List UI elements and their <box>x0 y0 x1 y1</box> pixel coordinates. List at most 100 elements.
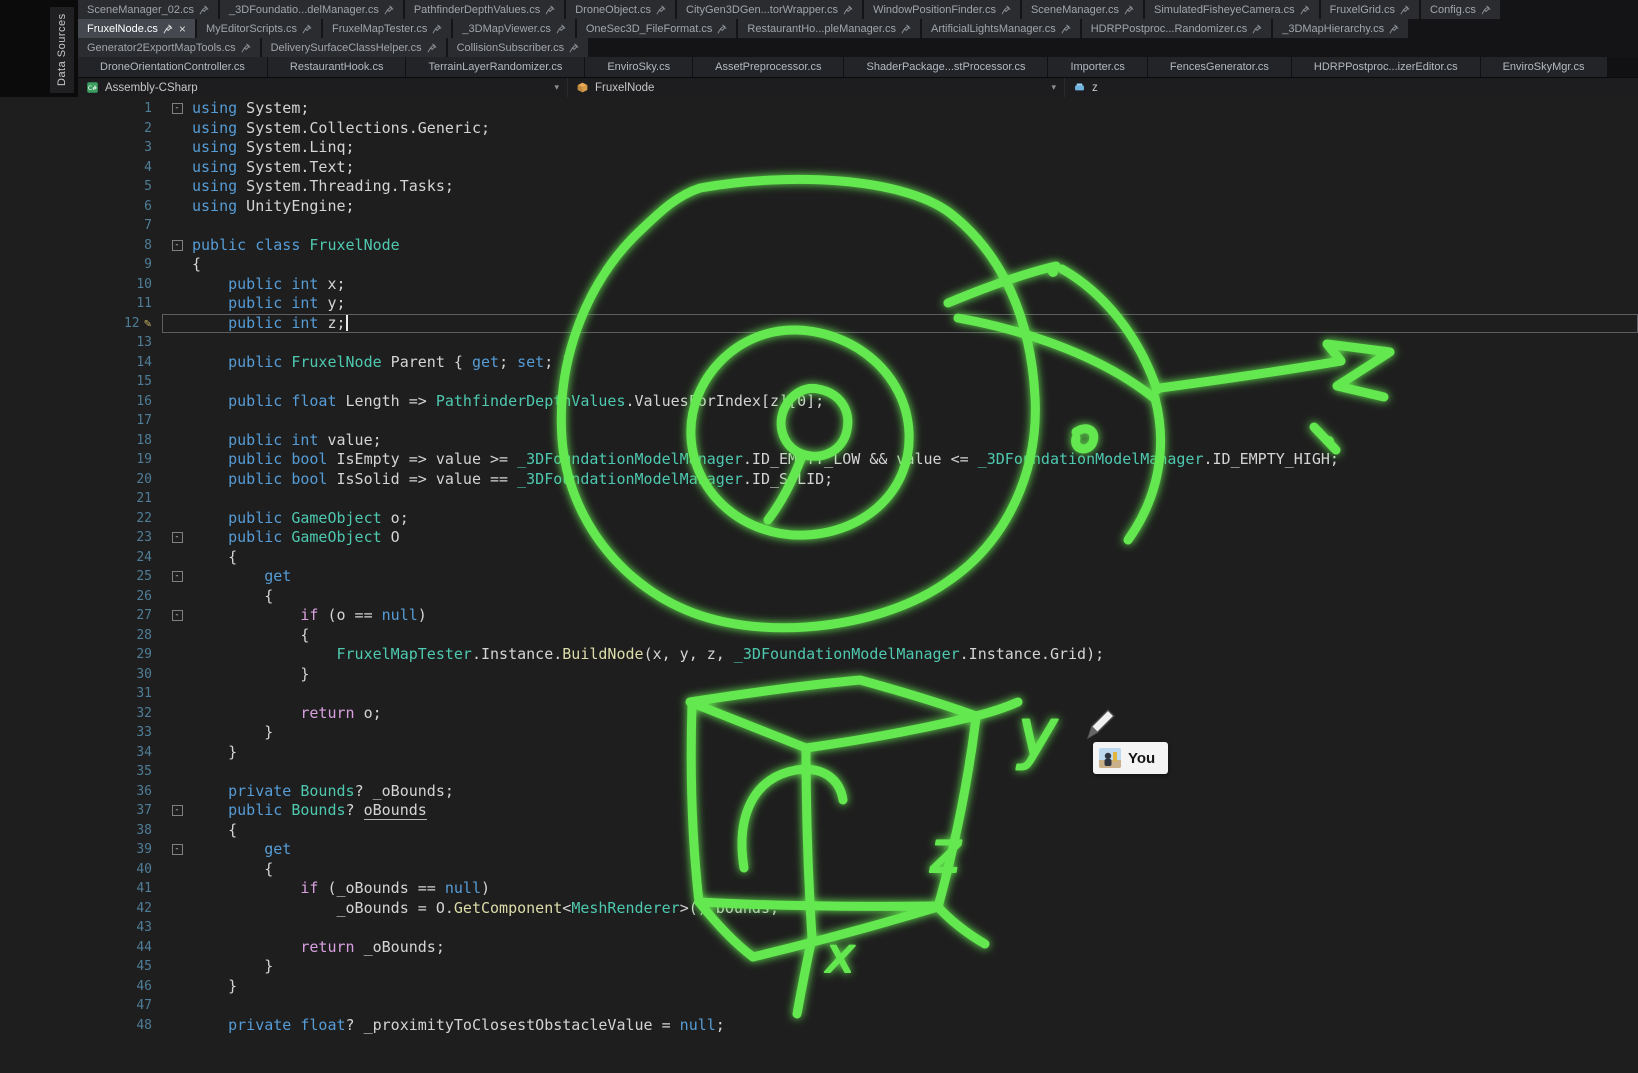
code-line[interactable]: 6using UnityEngine; <box>0 197 1638 217</box>
pin-icon[interactable] <box>545 5 555 15</box>
code-line[interactable]: 26 { <box>0 587 1638 607</box>
fold-toggle[interactable]: - <box>172 532 183 543</box>
line-number[interactable]: 10 <box>0 275 162 295</box>
pin-icon[interactable] <box>843 5 853 15</box>
pin-icon[interactable] <box>427 43 437 53</box>
editor-tab[interactable]: CollisionSubscriber.cs <box>448 38 589 57</box>
editor-tab[interactable]: HDRPPostproc...izerEditor.cs <box>1292 57 1480 77</box>
line-number[interactable]: 41 <box>0 879 162 899</box>
editor-tab[interactable]: Generator2ExportMapTools.cs <box>78 38 260 57</box>
fold-toggle[interactable]: - <box>172 240 183 251</box>
member-dropdown[interactable]: z <box>1065 78 1638 97</box>
pin-icon[interactable] <box>384 5 394 15</box>
code-line[interactable]: 46 } <box>0 977 1638 997</box>
code-line[interactable]: 10 public int x; <box>0 275 1638 295</box>
line-number[interactable]: 45 <box>0 957 162 977</box>
line-number[interactable]: 23 <box>0 528 162 548</box>
line-number[interactable]: 22 <box>0 509 162 529</box>
project-dropdown[interactable]: C# Assembly-CSharp ▾ <box>78 78 568 97</box>
code-editor[interactable]: 1-using System;2using System.Collections… <box>0 97 1638 1073</box>
editor-tab[interactable]: FruxelGrid.cs <box>1321 0 1419 19</box>
code-line[interactable]: 37- public Bounds? oBounds <box>0 801 1638 821</box>
editor-tab[interactable]: FruxelMapTester.cs <box>323 19 451 38</box>
code-line[interactable]: 7 <box>0 216 1638 236</box>
fold-toggle[interactable]: - <box>172 805 183 816</box>
editor-tab[interactable]: _3DMapHierarchy.cs <box>1273 19 1408 38</box>
line-number[interactable]: 27 <box>0 606 162 626</box>
code-line[interactable]: 27- if (o == null) <box>0 606 1638 626</box>
line-number[interactable]: 36 <box>0 782 162 802</box>
line-number[interactable]: 48 <box>0 1016 162 1036</box>
editor-tab[interactable]: _3DFoundatio...delManager.cs <box>220 0 403 19</box>
pin-icon[interactable] <box>1001 5 1011 15</box>
line-number[interactable]: 4 <box>0 158 162 178</box>
code-line[interactable]: 43 <box>0 918 1638 938</box>
line-number[interactable]: 20 <box>0 470 162 490</box>
line-number[interactable]: 21 <box>0 489 162 509</box>
pin-icon[interactable] <box>1124 5 1134 15</box>
line-number[interactable]: 19 <box>0 450 162 470</box>
editor-tab[interactable]: SceneManager_02.cs <box>78 0 218 19</box>
pin-icon[interactable] <box>432 24 442 34</box>
code-line[interactable]: 30 } <box>0 665 1638 685</box>
code-line[interactable]: 16 public float Length => PathfinderDept… <box>0 392 1638 412</box>
line-number[interactable]: 16 <box>0 392 162 412</box>
code-line[interactable]: 3using System.Linq; <box>0 138 1638 158</box>
code-line[interactable]: 1-using System; <box>0 99 1638 119</box>
editor-tab[interactable]: FruxelNode.cs× <box>78 19 195 38</box>
code-line[interactable]: 22 public GameObject o; <box>0 509 1638 529</box>
pin-icon[interactable] <box>717 24 727 34</box>
pin-icon[interactable] <box>556 24 566 34</box>
pin-icon[interactable] <box>302 24 312 34</box>
data-sources-tab[interactable]: Data Sources <box>50 7 74 93</box>
pin-icon[interactable] <box>199 5 209 15</box>
code-line[interactable]: 34 } <box>0 743 1638 763</box>
code-line[interactable]: 20 public bool IsSolid => value == _3DFo… <box>0 470 1638 490</box>
fold-toggle[interactable]: - <box>172 610 183 621</box>
code-line[interactable]: 29 FruxelMapTester.Instance.BuildNode(x,… <box>0 645 1638 665</box>
code-line[interactable]: 35 <box>0 762 1638 782</box>
code-line[interactable]: 17 <box>0 411 1638 431</box>
line-number[interactable]: 37 <box>0 801 162 821</box>
code-line[interactable]: 5using System.Threading.Tasks; <box>0 177 1638 197</box>
editor-tab[interactable]: SceneManager.cs <box>1022 0 1143 19</box>
line-number[interactable]: 11 <box>0 294 162 314</box>
line-number[interactable]: 29 <box>0 645 162 665</box>
code-line[interactable]: 19 public bool IsEmpty => value >= _3DFo… <box>0 450 1638 470</box>
fold-toggle[interactable]: - <box>172 571 183 582</box>
code-line[interactable]: 18 public int value; <box>0 431 1638 451</box>
line-number[interactable]: 7 <box>0 216 162 236</box>
code-line[interactable]: 21 <box>0 489 1638 509</box>
code-line[interactable]: 42 _oBounds = O.GetComponent<MeshRendere… <box>0 899 1638 919</box>
line-number[interactable]: 39 <box>0 840 162 860</box>
line-number[interactable]: 35 <box>0 762 162 782</box>
line-number[interactable]: 9 <box>0 255 162 275</box>
editor-tab[interactable]: SimulatedFisheyeCamera.cs <box>1145 0 1319 19</box>
code-line[interactable]: 12✎ public int z; <box>0 314 1638 334</box>
code-line[interactable]: 44 return _oBounds; <box>0 938 1638 958</box>
line-number[interactable]: 8 <box>0 236 162 256</box>
editor-tab[interactable]: MyEditorScripts.cs <box>197 19 321 38</box>
code-line[interactable]: 25- get <box>0 567 1638 587</box>
code-line[interactable]: 40 { <box>0 860 1638 880</box>
editor-tab[interactable]: _3DMapViewer.cs <box>453 19 574 38</box>
pin-icon[interactable] <box>241 43 251 53</box>
fold-toggle[interactable]: - <box>172 844 183 855</box>
line-number[interactable]: 33 <box>0 723 162 743</box>
pin-icon[interactable] <box>163 24 173 34</box>
line-number[interactable]: 32 <box>0 704 162 724</box>
code-line[interactable]: 8-public class FruxelNode <box>0 236 1638 256</box>
line-number[interactable]: 5 <box>0 177 162 197</box>
editor-tab[interactable]: DeliverySurfaceClassHelper.cs <box>262 38 446 57</box>
code-line[interactable]: 48 private float? _proximityToClosestObs… <box>0 1016 1638 1036</box>
code-line[interactable]: 39- get <box>0 840 1638 860</box>
line-number[interactable]: 15 <box>0 372 162 392</box>
pin-icon[interactable] <box>1252 24 1262 34</box>
line-number[interactable]: 40 <box>0 860 162 880</box>
editor-tab[interactable]: Importer.cs <box>1048 57 1146 77</box>
fold-toggle[interactable]: - <box>172 103 183 114</box>
code-line[interactable]: 47 <box>0 996 1638 1016</box>
code-line[interactable]: 4using System.Text; <box>0 158 1638 178</box>
code-line[interactable]: 11 public int y; <box>0 294 1638 314</box>
line-number[interactable]: 12✎ <box>0 314 162 334</box>
